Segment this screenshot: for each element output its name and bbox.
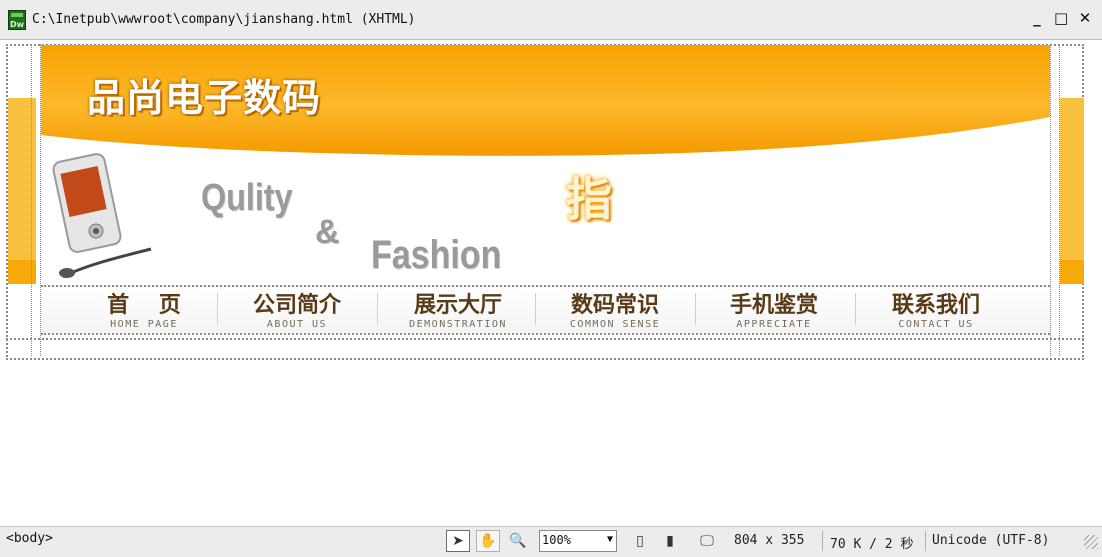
nav-about[interactable]: 公司简介 ABOUT US	[222, 293, 372, 333]
nav-separator	[377, 293, 378, 325]
nav-separator	[695, 293, 696, 325]
chevron-down-icon: ▼	[606, 534, 613, 545]
nav-demonstration-sublabel: DEMONSTRATION	[409, 319, 507, 330]
status-divider	[822, 531, 823, 551]
window-size[interactable]: 804 x 355	[734, 533, 804, 548]
status-bar: <body> ➤ ✋ 🔍 100% ▼ ▯ ▮ 🖵 804 x 355 70 K…	[0, 526, 1102, 557]
desktop-monitor-icon[interactable]: 🖵	[692, 530, 722, 552]
nav-contact-label: 联系我们	[891, 293, 980, 318]
slogan-quality: Qulity	[201, 177, 293, 219]
nav-common-sense-sublabel: COMMON SENSE	[569, 319, 661, 330]
minimize-button[interactable]: _	[1030, 9, 1044, 27]
nav-appreciate[interactable]: 手机鉴赏 APPRECIATE	[699, 293, 849, 333]
encoding: Unicode (UTF-8)	[932, 533, 1050, 548]
zoom-select[interactable]: 100% ▼	[539, 530, 617, 552]
download-size-time: 70 K / 2 秒	[830, 537, 914, 552]
tag-selector[interactable]: <body>	[6, 531, 53, 546]
slogan-ampersand: &	[315, 213, 340, 251]
left-cell-outline	[31, 44, 41, 356]
right-background-stripe	[1060, 98, 1084, 284]
design-canvas[interactable]: 品尚电子数码 Qulity & Fashion 指 首 页 HOME PAGE …	[0, 40, 1102, 526]
nav-home[interactable]: 首 页 HOME PAGE	[69, 293, 219, 333]
slogan-fashion: Fashion	[371, 233, 502, 277]
nav-demonstration-label: 展示大厅	[413, 293, 502, 318]
mobile-phone-icon	[52, 153, 152, 279]
status-divider	[925, 531, 926, 551]
nav-contact-sublabel: CONTACT US	[898, 319, 974, 330]
document-title: C:\Inetpub\wwwroot\company\jianshang.htm…	[32, 12, 416, 27]
nav-appreciate-label: 手机鉴赏	[729, 293, 818, 318]
nav-common-sense[interactable]: 数码常识 COMMON SENSE	[540, 293, 690, 333]
decorative-glyph: 指	[566, 172, 612, 226]
main-navigation: 首 页 HOME PAGE 公司简介 ABOUT US 展示大厅 DEMONST…	[41, 285, 1050, 335]
window-controls: _ □ ✕	[1030, 9, 1092, 27]
phone-size-icon[interactable]: ▯	[628, 530, 652, 552]
zoom-value: 100%	[542, 533, 571, 547]
nav-appreciate-sublabel: APPRECIATE	[736, 319, 812, 330]
nav-demonstration[interactable]: 展示大厅 DEMONSTRATION	[383, 293, 533, 333]
table-bottom-outline	[6, 338, 1084, 358]
site-title: 品尚电子数码	[87, 76, 322, 120]
nav-separator	[855, 293, 856, 325]
nav-home-label: 首 页	[107, 293, 181, 318]
hand-tool-icon[interactable]: ✋	[476, 530, 500, 552]
nav-separator	[535, 293, 536, 325]
nav-home-sublabel: HOME PAGE	[110, 319, 178, 330]
close-button[interactable]: ✕	[1078, 9, 1092, 27]
zoom-tool-magnifier-icon[interactable]: 🔍	[506, 530, 530, 552]
select-tool-arrow-icon[interactable]: ➤	[446, 530, 470, 552]
nav-about-label: 公司简介	[252, 293, 341, 318]
dreamweaver-app-icon: Dw	[8, 10, 26, 30]
title-bar: Dw C:\Inetpub\wwwroot\company\jianshang.…	[0, 0, 1102, 40]
nav-separator	[217, 293, 218, 325]
right-cell-outline	[1050, 44, 1060, 356]
resize-grip-icon[interactable]	[1084, 535, 1098, 549]
nav-contact[interactable]: 联系我们 CONTACT US	[861, 293, 1011, 333]
tablet-size-icon[interactable]: ▮	[658, 530, 682, 552]
nav-common-sense-label: 数码常识	[570, 293, 659, 318]
nav-about-sublabel: ABOUT US	[266, 319, 328, 330]
header-banner[interactable]: 品尚电子数码 Qulity & Fashion 指	[41, 45, 1050, 283]
maximize-button[interactable]: □	[1054, 9, 1068, 27]
